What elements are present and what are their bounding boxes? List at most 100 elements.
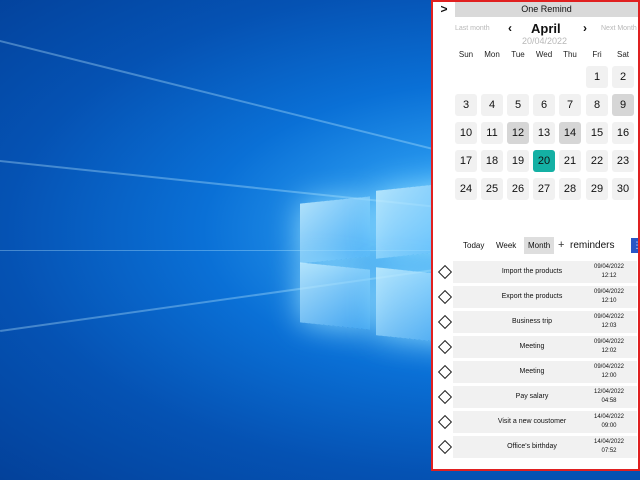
calendar-day[interactable]: 29: [586, 178, 608, 200]
calendar-day[interactable]: 6: [533, 94, 555, 116]
diamond-checkbox-icon[interactable]: [437, 389, 453, 405]
weekday-label: Tue: [511, 50, 525, 59]
more-options-icon[interactable]: ⋮: [634, 262, 638, 272]
calendar-day[interactable]: 18: [481, 150, 503, 172]
calendar-day[interactable]: 14: [559, 122, 581, 144]
diamond-checkbox-icon[interactable]: [437, 364, 453, 380]
more-options-icon[interactable]: ⋮: [634, 362, 638, 372]
reminder-item[interactable]: Business trip 09/04/2022 12:03 ⋮: [437, 311, 638, 333]
calendar-day[interactable]: 4: [481, 94, 503, 116]
diamond-checkbox-icon[interactable]: [437, 414, 453, 430]
calendar-day[interactable]: 5: [507, 94, 529, 116]
month-title: April: [531, 21, 561, 36]
calendar-day[interactable]: 16: [612, 122, 634, 144]
calendar-day[interactable]: 2: [612, 66, 634, 88]
reminder-time: 12:10: [601, 298, 617, 304]
last-month-link[interactable]: Last month: [455, 25, 490, 32]
reminder-date: 09/04/2022: [593, 264, 625, 270]
weekday-label: Sat: [616, 50, 629, 59]
calendar-day[interactable]: 11: [481, 122, 503, 144]
calendar-day[interactable]: 9: [612, 94, 634, 116]
reminders-label: reminders: [570, 240, 615, 251]
app-title: One Remind: [455, 2, 638, 17]
collapse-button[interactable]: >: [433, 2, 455, 17]
reminder-item[interactable]: Meeting 09/04/2022 12:02 ⋮: [437, 336, 638, 358]
reminder-item[interactable]: Meeting 09/04/2022 12:00 ⋮: [437, 361, 638, 383]
reminder-item[interactable]: Import the products 09/04/2022 12:12 ⋮: [437, 261, 638, 283]
reminder-datetime: 14/04/2022 09:00: [586, 413, 632, 431]
panel-toggle-button[interactable]: ⋮: [631, 238, 639, 253]
reminder-item[interactable]: Pay salary 12/04/2022 04:58 ⋮: [437, 386, 638, 408]
reminder-title: Office's birthday: [507, 443, 557, 450]
reminder-time: 12:03: [601, 323, 617, 329]
more-options-icon[interactable]: ⋮: [634, 337, 638, 347]
calendar-day[interactable]: 12: [507, 122, 529, 144]
calendar-day[interactable]: 8: [586, 94, 608, 116]
calendar-day[interactable]: 13: [533, 122, 555, 144]
windows-logo-pane: [300, 196, 370, 264]
calendar-day[interactable]: 28: [559, 178, 581, 200]
reminder-datetime: 09/04/2022 12:10: [586, 288, 632, 306]
tab-today[interactable]: Today: [459, 237, 488, 254]
next-month-link[interactable]: Next Month: [601, 25, 637, 32]
reminder-time: 04:58: [601, 398, 617, 404]
reminder-title: Meeting: [519, 343, 545, 350]
reminder-date: 09/04/2022: [593, 289, 625, 295]
weekday-label: Wed: [535, 50, 553, 59]
diamond-checkbox-icon[interactable]: [437, 314, 453, 330]
calendar-day[interactable]: 7: [559, 94, 581, 116]
reminder-time: 07:52: [601, 448, 617, 454]
calendar-day[interactable]: 10: [455, 122, 477, 144]
more-options-icon[interactable]: ⋮: [634, 312, 638, 322]
calendar-day[interactable]: 22: [586, 150, 608, 172]
calendar-day-selected[interactable]: 20: [533, 150, 555, 172]
weekday-label: Fri: [592, 50, 602, 59]
more-options-icon[interactable]: ⋮: [634, 287, 638, 297]
reminder-datetime: 09/04/2022 12:03: [586, 313, 632, 331]
reminder-datetime: 09/04/2022 12:00: [586, 363, 632, 381]
calendar-day[interactable]: 27: [533, 178, 555, 200]
reminder-time: 12:02: [601, 348, 617, 354]
calendar-day[interactable]: 19: [507, 150, 529, 172]
reminder-datetime: 12/04/2022 04:58: [586, 388, 632, 406]
add-reminder-button[interactable]: +: [558, 237, 564, 254]
reminder-item[interactable]: Visit a new coustomer 14/04/2022 09:00 ⋮: [437, 411, 638, 433]
reminder-time: 12:00: [601, 373, 617, 379]
reminder-title: Pay salary: [515, 393, 549, 400]
dots-icon: ⋮: [633, 240, 639, 250]
reminder-datetime: 09/04/2022 12:12: [586, 263, 632, 281]
calendar-day[interactable]: 25: [481, 178, 503, 200]
diamond-checkbox-icon[interactable]: [437, 264, 453, 280]
reminder-item[interactable]: Office's birthday 14/04/2022 07:52 ⋮: [437, 436, 638, 458]
calendar-day[interactable]: 15: [586, 122, 608, 144]
reminder-time: 12:12: [601, 273, 617, 279]
diamond-checkbox-icon[interactable]: [437, 339, 453, 355]
tab-month[interactable]: Month: [524, 237, 555, 254]
reminder-date: 09/04/2022: [593, 339, 625, 345]
calendar-day[interactable]: 3: [455, 94, 477, 116]
tab-week[interactable]: Week: [492, 237, 520, 254]
more-options-icon[interactable]: ⋮: [634, 387, 638, 397]
reminder-date: 14/04/2022: [593, 439, 625, 445]
calendar-day[interactable]: 23: [612, 150, 634, 172]
reminder-date: 09/04/2022: [593, 364, 625, 370]
reminder-title: Meeting: [519, 368, 545, 375]
selected-date: 20/04/2022: [522, 36, 568, 46]
light-beam: [0, 40, 505, 168]
diamond-checkbox-icon[interactable]: [437, 439, 453, 455]
calendar-day[interactable]: 1: [586, 66, 608, 88]
chevron-right-icon[interactable]: ›: [583, 21, 587, 35]
chevron-left-icon[interactable]: ‹: [508, 21, 512, 35]
reminder-datetime: 09/04/2022 12:02: [586, 338, 632, 356]
weekday-label: Mon: [484, 50, 500, 59]
calendar-day[interactable]: 26: [507, 178, 529, 200]
diamond-checkbox-icon[interactable]: [437, 289, 453, 305]
more-options-icon[interactable]: ⋮: [634, 412, 638, 422]
calendar-day[interactable]: 21: [559, 150, 581, 172]
more-options-icon[interactable]: ⋮: [634, 437, 638, 447]
reminder-date: 09/04/2022: [593, 314, 625, 320]
calendar-day[interactable]: 17: [455, 150, 477, 172]
calendar-day[interactable]: 24: [455, 178, 477, 200]
reminder-item[interactable]: Export the products 09/04/2022 12:10 ⋮: [437, 286, 638, 308]
calendar-day[interactable]: 30: [612, 178, 634, 200]
